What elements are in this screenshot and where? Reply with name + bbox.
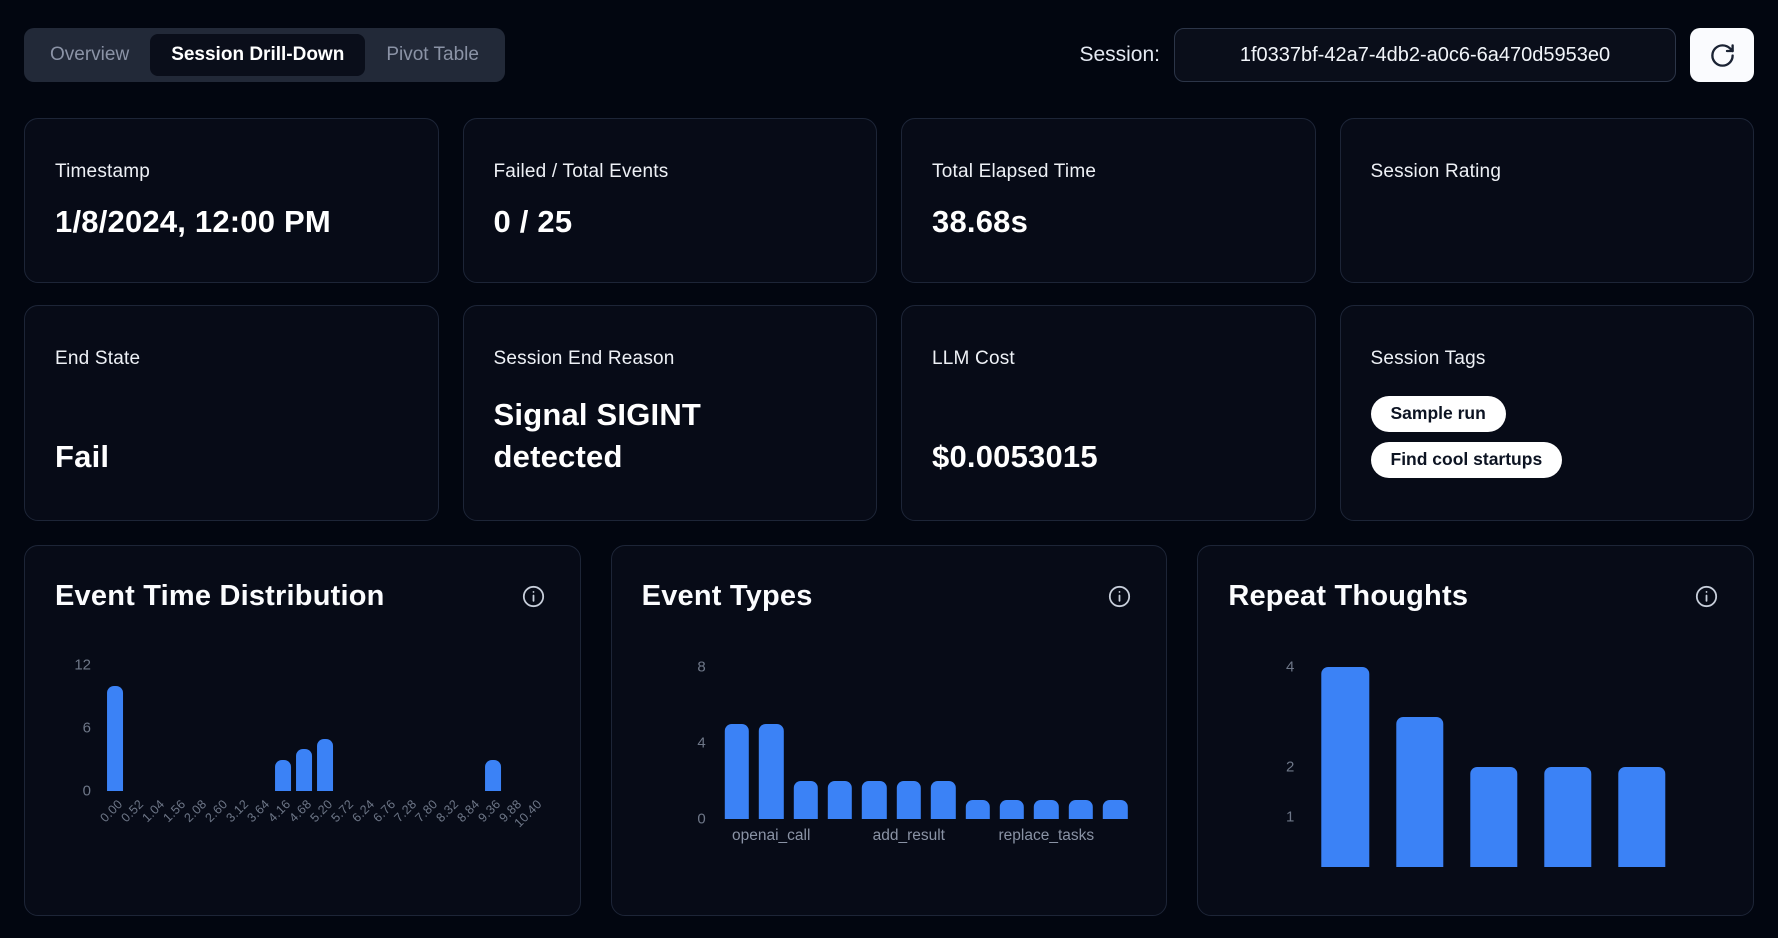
x-axis-tick-label: replace_tasks [999,827,1095,845]
dashboard-page: Overview Session Drill-Down Pivot Table … [0,0,1778,938]
y-axis: 1 2 4 [1228,657,1308,867]
stat-card-session-end-reason: Session End Reason Signal SIGINT detecte… [463,305,878,521]
y-axis-tick-label: 1 [1286,810,1294,825]
stat-value: $0.0053015 [932,436,1285,478]
plot-area [105,665,546,791]
chart-header: Event Time Distribution [55,580,546,613]
y-axis-tick-label: 2 [1286,760,1294,775]
tab-pivot-table[interactable]: Pivot Table [365,34,500,77]
bar [897,781,921,819]
stat-value: Fail [55,436,408,478]
bar [793,781,817,819]
bar [725,724,749,819]
bar [965,800,989,819]
stat-value: 38.68s [932,201,1285,243]
stat-label: Session Rating [1371,161,1724,183]
bar [317,739,333,792]
stat-card-session-rating: Session Rating [1340,118,1755,283]
bar [828,781,852,819]
y-axis-tick-label: 6 [83,721,91,736]
chart-body: 048 [642,667,1133,819]
bar [759,724,783,819]
bar [296,749,312,791]
session-selector: Session: [1079,28,1754,82]
y-axis: 0612 [55,665,105,791]
stat-value: 0 / 25 [494,201,847,243]
stat-card-session-tags: Session Tags Sample run Find cool startu… [1340,305,1755,521]
stat-label: Session End Reason [494,348,847,370]
bar [485,760,501,792]
chart-card-event-types: Event Types 048 openai_calladd_resultrep… [611,545,1168,916]
stat-value: Signal SIGINT detected [494,394,764,478]
chart-title: Event Types [642,580,813,613]
bar [1470,767,1517,867]
y-axis-tick-label: 0 [697,812,705,827]
bar [1034,800,1058,819]
stat-row-bottom: End State Fail Session End Reason Signal… [24,305,1754,521]
tab-overview[interactable]: Overview [29,34,150,77]
header: Overview Session Drill-Down Pivot Table … [24,28,1754,82]
chart-title: Repeat Thoughts [1228,580,1468,613]
bar [1396,717,1443,867]
chart-row: Event Time Distribution 0612 0.000.521.0… [24,545,1754,916]
chart-card-event-time-distribution: Event Time Distribution 0612 0.000.521.0… [24,545,581,916]
stat-label: Session Tags [1371,348,1724,370]
bar [1322,667,1369,867]
stat-label: Failed / Total Events [494,161,847,183]
bar [108,686,124,791]
y-axis-tick-label: 0 [83,784,91,799]
bar [1103,800,1127,819]
x-axis: openai_call add_result replace_tasks [642,819,1133,853]
refresh-icon [1709,42,1736,69]
stat-card-llm-cost: LLM Cost $0.0053015 [901,305,1316,521]
stat-card-total-elapsed-time: Total Elapsed Time 38.68s [901,118,1316,283]
y-axis-tick-label: 4 [697,736,705,751]
stat-row-top: Timestamp 1/8/2024, 12:00 PM Failed / To… [24,118,1754,283]
chart-header: Repeat Thoughts [1228,580,1719,613]
plot-area [1308,657,1679,867]
info-icon[interactable] [1694,584,1719,609]
refresh-button[interactable] [1690,28,1754,82]
chart-body: 0612 [55,665,546,791]
bar [1618,767,1665,867]
stat-card-failed-total-events: Failed / Total Events 0 / 25 [463,118,878,283]
y-axis: 048 [642,667,720,819]
tab-bar: Overview Session Drill-Down Pivot Table [24,28,505,82]
x-labels: 0.000.521.041.562.082.603.123.644.164.68… [105,791,546,875]
plot-area [720,667,1133,819]
info-icon[interactable] [1107,584,1132,609]
y-axis-tick-label: 8 [697,660,705,675]
bar [862,781,886,819]
bar [931,781,955,819]
tab-session-drill-down[interactable]: Session Drill-Down [150,34,365,77]
bar [1069,800,1093,819]
chart-title: Event Time Distribution [55,580,385,613]
session-input[interactable] [1174,28,1676,82]
bar [275,760,291,792]
x-axis-tick-label: add_result [873,827,945,845]
tag-pill: Sample run [1371,396,1506,432]
info-icon[interactable] [521,584,546,609]
stat-label: Timestamp [55,161,408,183]
chart-body: 1 2 4 [1228,657,1719,867]
stat-label: End State [55,348,408,370]
session-tag-list: Sample run Find cool startups [1371,396,1724,478]
bar [1000,800,1024,819]
chart-header: Event Types [642,580,1133,613]
chart-card-repeat-thoughts: Repeat Thoughts 1 2 4 [1197,545,1754,916]
x-labels: openai_call add_result replace_tasks [720,819,1133,853]
stat-label: Total Elapsed Time [932,161,1285,183]
stat-card-end-state: End State Fail [24,305,439,521]
stat-card-timestamp: Timestamp 1/8/2024, 12:00 PM [24,118,439,283]
y-axis-tick-label: 12 [74,658,91,673]
x-axis: 0.000.521.041.562.082.603.123.644.164.68… [55,791,546,875]
stat-label: LLM Cost [932,348,1285,370]
stat-value: 1/8/2024, 12:00 PM [55,201,408,243]
session-label: Session: [1079,43,1160,67]
x-axis-tick-label: openai_call [732,827,810,845]
tag-pill: Find cool startups [1371,442,1563,478]
y-axis-tick-label: 4 [1286,660,1294,675]
bar [1544,767,1591,867]
